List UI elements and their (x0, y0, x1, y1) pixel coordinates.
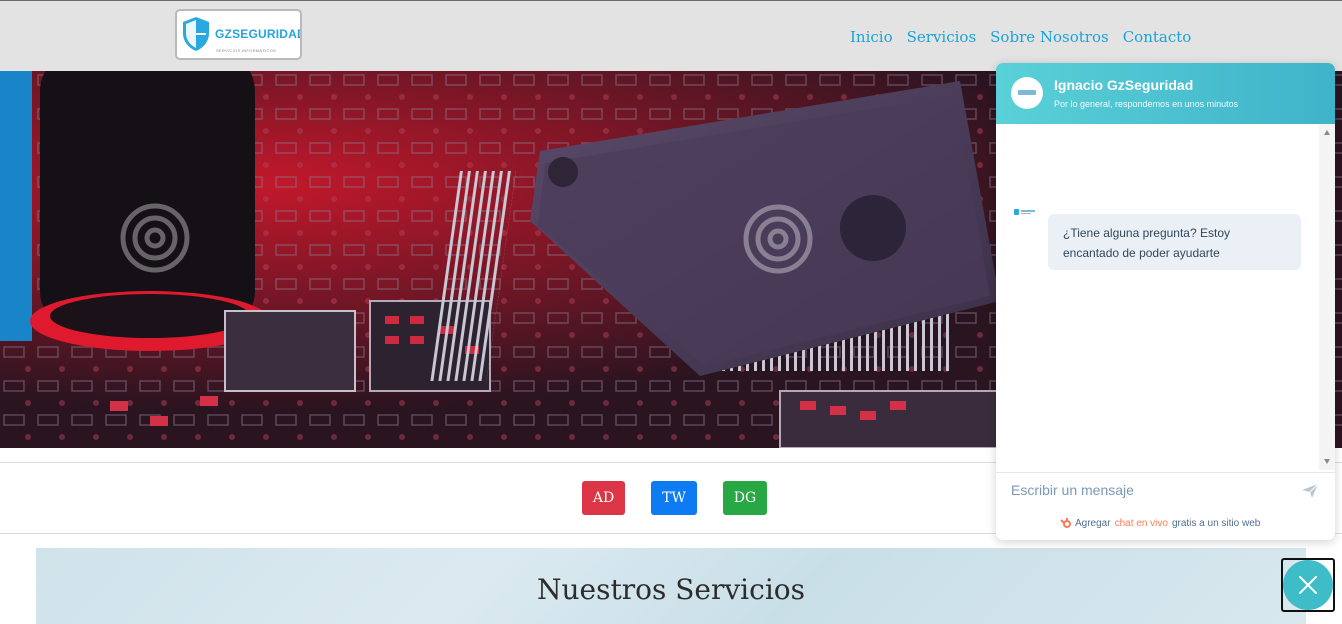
response-time: Por lo general, respondemos en unos minu… (1054, 99, 1239, 109)
message-bubble: ¿Tiene alguna pregunta? Estoy encantado … (1048, 214, 1301, 270)
nav-servicios[interactable]: Servicios (907, 28, 977, 46)
powered-suffix: gratis a un sitio web (1171, 517, 1261, 529)
message-avatar (1014, 209, 1035, 215)
agent-avatar (1011, 77, 1043, 109)
chat-header: Ignacio GzSeguridad Por lo general, resp… (996, 63, 1335, 124)
logo-subtitle: SERVICIOS INFORMÁTICOS (216, 48, 277, 53)
scroll-down-icon[interactable] (1324, 459, 1330, 464)
scroll-up-icon[interactable] (1324, 130, 1330, 135)
site-header: GZSEGURIDAD SERVICIOS INFORMÁTICOS Inici… (0, 1, 1342, 71)
powered-prefix: Agregar (1075, 517, 1111, 529)
nav-sobre-nosotros[interactable]: Sobre Nosotros (990, 28, 1109, 46)
close-icon (1299, 576, 1317, 594)
site-logo[interactable]: GZSEGURIDAD SERVICIOS INFORMÁTICOS (175, 9, 302, 60)
logo-name: GZSEGURIDAD (215, 27, 302, 41)
avatar-logo (1018, 90, 1036, 95)
chat-messages[interactable]: ¿Tiene alguna pregunta? Estoy encantado … (996, 124, 1319, 470)
shield-icon (183, 17, 209, 51)
close-chat-button[interactable] (1283, 560, 1333, 610)
chat-scrollbar[interactable] (1319, 124, 1335, 470)
powered-by[interactable]: Agregar chat en vivo gratis a un sitio w… (1060, 517, 1260, 529)
services-title: Nuestros Servicios (536, 573, 805, 606)
message-input[interactable]: Escribir un mensaje (1011, 482, 1134, 498)
chat-widget: Ignacio GzSeguridad Por lo general, resp… (996, 63, 1335, 540)
main-nav: Inicio Servicios Sobre Nosotros Contacto (850, 28, 1191, 46)
send-icon[interactable] (1301, 483, 1319, 499)
services-section: Nuestros Servicios (36, 548, 1306, 624)
hubspot-icon (1060, 518, 1071, 528)
badge-ad[interactable]: AD (582, 481, 625, 515)
agent-name: Ignacio GzSeguridad (1054, 77, 1194, 93)
powered-link[interactable]: chat en vivo (1115, 518, 1168, 529)
badge-tw[interactable]: TW (651, 481, 697, 515)
nav-contacto[interactable]: Contacto (1123, 28, 1192, 46)
badge-dg[interactable]: DG (723, 481, 767, 515)
nav-inicio[interactable]: Inicio (850, 28, 893, 46)
divider (996, 472, 1335, 473)
